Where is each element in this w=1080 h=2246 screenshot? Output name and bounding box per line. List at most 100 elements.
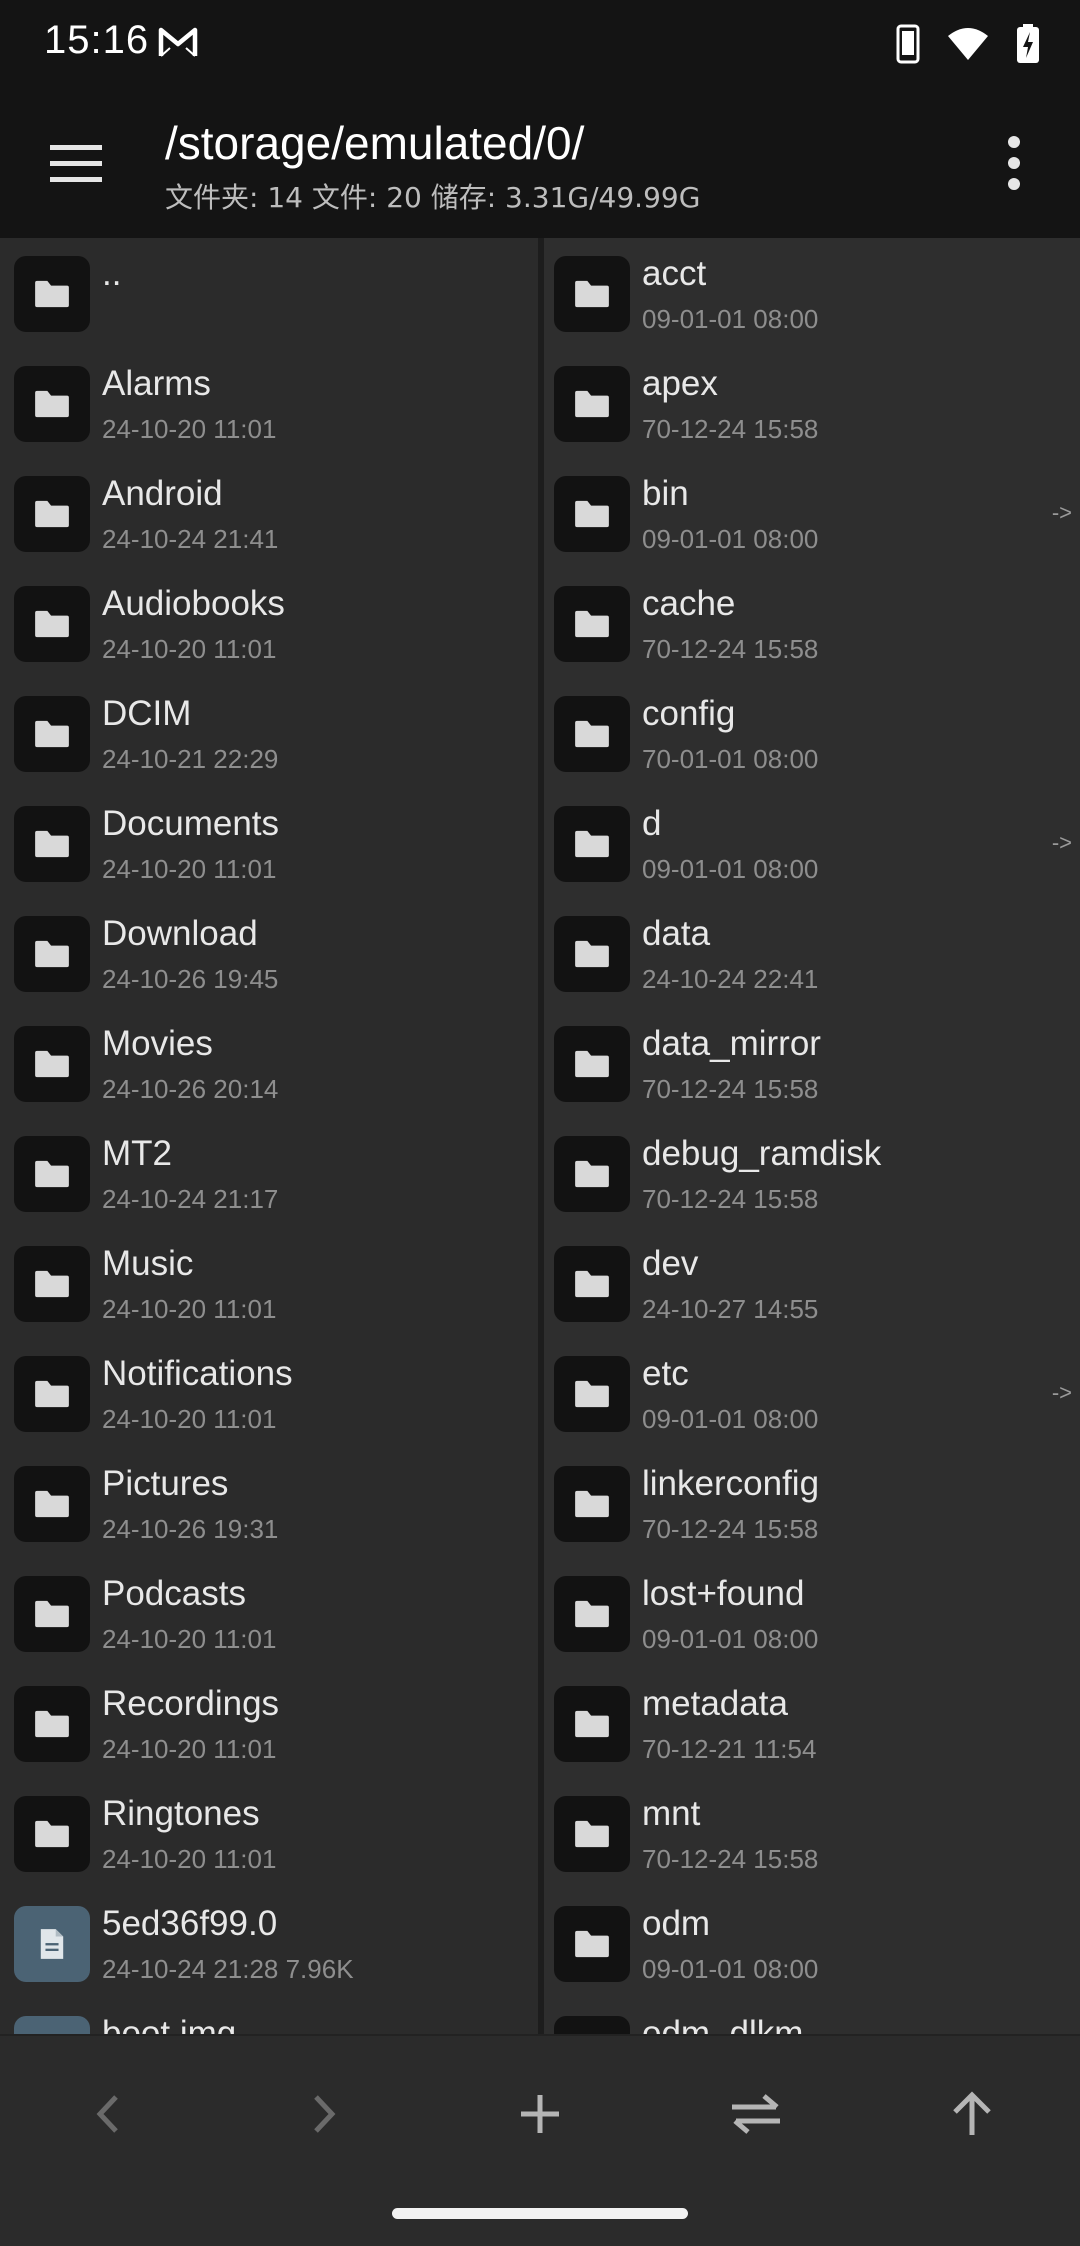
file-list-item[interactable]: dev 24-10-27 14:55 — [544, 1228, 1080, 1338]
folder-icon — [14, 366, 90, 442]
file-list-item[interactable]: linkerconfig 70-12-24 15:58 — [544, 1448, 1080, 1558]
item-date: 24-10-24 22:41 — [642, 964, 819, 994]
forward-button[interactable] — [284, 2074, 364, 2154]
item-name: d — [642, 804, 662, 843]
file-list-item[interactable]: .. — [0, 238, 538, 348]
item-date: 70-12-24 15:58 — [642, 414, 819, 444]
item-date: 24-10-26 19:31 — [102, 1514, 279, 1544]
file-list-item[interactable]: Ringtones 24-10-20 11:01 — [0, 1778, 538, 1888]
gmail-notification-icon — [158, 27, 198, 57]
item-date: 24-10-21 22:29 — [102, 744, 279, 774]
item-date: 70-12-24 15:58 — [642, 1514, 819, 1544]
item-date: 09-01-01 08:00 — [642, 1624, 819, 1654]
folder-icon — [14, 256, 90, 332]
item-name: dev — [642, 1244, 699, 1283]
left-pane[interactable]: .. Alarms 24-10-20 11:01 Android 24-10-24 21… — [0, 238, 538, 2034]
item-date: 24-10-20 11:01 — [102, 634, 277, 664]
item-date: 24-10-26 20:14 — [102, 1074, 279, 1104]
storage-info: 文件夹: 14 文件: 20 储存: 3.31G/49.99G — [165, 181, 701, 214]
item-name: boot.img — [102, 2014, 237, 2034]
file-list-item[interactable]: boot.img — [0, 1998, 538, 2034]
item-name: odm_dlkm — [642, 2014, 804, 2034]
file-list-item[interactable]: data_mirror 70-12-24 15:58 — [544, 1008, 1080, 1118]
file-list-item[interactable]: Alarms 24-10-20 11:01 — [0, 348, 538, 458]
file-list-item[interactable]: lost+found 09-01-01 08:00 — [544, 1558, 1080, 1668]
parent-directory-button[interactable] — [932, 2074, 1012, 2154]
file-list-item[interactable]: bin 09-01-01 08:00 -> — [544, 458, 1080, 568]
folder-icon — [554, 586, 630, 662]
hamburger-menu-icon[interactable] — [40, 130, 106, 196]
file-list-item[interactable]: Android 24-10-24 21:41 — [0, 458, 538, 568]
file-list-item[interactable]: Podcasts 24-10-20 11:01 — [0, 1558, 538, 1668]
folder-icon — [554, 1356, 630, 1432]
item-date: 70-12-21 11:54 — [642, 1734, 817, 1764]
back-button[interactable] — [68, 2074, 148, 2154]
file-list-item[interactable]: apex 70-12-24 15:58 — [544, 348, 1080, 458]
file-list-item[interactable]: metadata 70-12-21 11:54 — [544, 1668, 1080, 1778]
file-list-item[interactable]: etc 09-01-01 08:00 -> — [544, 1338, 1080, 1448]
folder-icon — [14, 1246, 90, 1322]
item-name: debug_ramdisk — [642, 1134, 882, 1173]
file-list-item[interactable]: 5ed36f99.0 24-10-24 21:28 7.96K — [0, 1888, 538, 1998]
item-date: 70-12-24 15:58 — [642, 1074, 819, 1104]
item-date: 70-12-24 15:58 — [642, 634, 819, 664]
item-name: bin — [642, 474, 689, 513]
home-indicator[interactable] — [392, 2208, 688, 2219]
folder-icon — [14, 1026, 90, 1102]
plus-icon — [521, 2095, 559, 2133]
file-list-item[interactable]: MT2 24-10-24 21:17 — [0, 1118, 538, 1228]
file-list-item[interactable]: Audiobooks 24-10-20 11:01 — [0, 568, 538, 678]
file-list-item[interactable]: data 24-10-24 22:41 — [544, 898, 1080, 1008]
file-panes: .. Alarms 24-10-20 11:01 Android 24-10-24 21… — [0, 238, 1080, 2034]
file-list-item[interactable]: Documents 24-10-20 11:01 — [0, 788, 538, 898]
symlink-indicator: -> — [1051, 830, 1072, 855]
item-name: acct — [642, 254, 707, 293]
right-pane[interactable]: acct 09-01-01 08:00 apex 70-12-24 15:58 bin 0… — [544, 238, 1080, 2034]
folder-icon — [554, 256, 630, 332]
item-date: 09-01-01 08:00 — [642, 304, 819, 334]
file-list-item[interactable]: Music 24-10-20 11:01 — [0, 1228, 538, 1338]
item-name: MT2 — [102, 1134, 172, 1173]
more-options-icon[interactable] — [988, 128, 1040, 198]
folder-icon — [554, 2016, 630, 2034]
folder-icon — [554, 1466, 630, 1542]
file-list-item[interactable]: Recordings 24-10-20 11:01 — [0, 1668, 538, 1778]
item-date: 24-10-20 11:01 — [102, 414, 277, 444]
folder-icon — [14, 696, 90, 772]
file-list-item[interactable]: mnt 70-12-24 15:58 — [544, 1778, 1080, 1888]
item-date: 70-12-24 15:58 — [642, 1184, 819, 1214]
swap-icon — [732, 2094, 780, 2134]
file-icon — [14, 1906, 90, 1982]
file-list-item[interactable]: acct 09-01-01 08:00 — [544, 238, 1080, 348]
file-list-item[interactable]: Notifications 24-10-20 11:01 — [0, 1338, 538, 1448]
folder-icon — [554, 1136, 630, 1212]
item-name: config — [642, 694, 736, 733]
bottom-toolbar — [0, 2034, 1080, 2246]
folder-icon — [554, 1576, 630, 1652]
file-list-item[interactable]: Pictures 24-10-26 19:31 — [0, 1448, 538, 1558]
item-name: Download — [102, 914, 258, 953]
file-list-item[interactable]: cache 70-12-24 15:58 — [544, 568, 1080, 678]
item-name: data — [642, 914, 711, 953]
folder-icon — [554, 366, 630, 442]
folder-icon — [554, 1796, 630, 1872]
folder-icon — [554, 1686, 630, 1762]
swap-panes-button[interactable] — [716, 2074, 796, 2154]
item-date: 09-01-01 08:00 — [642, 1404, 819, 1434]
chevron-left-icon — [96, 2095, 118, 2133]
add-button[interactable] — [500, 2074, 580, 2154]
file-list-item[interactable]: d 09-01-01 08:00 -> — [544, 788, 1080, 898]
file-list-item[interactable]: odm 09-01-01 08:00 — [544, 1888, 1080, 1998]
file-list-item[interactable]: DCIM 24-10-21 22:29 — [0, 678, 538, 788]
file-list-item[interactable]: debug_ramdisk 70-12-24 15:58 — [544, 1118, 1080, 1228]
file-list-item[interactable]: Movies 24-10-26 20:14 — [0, 1008, 538, 1118]
folder-icon — [554, 696, 630, 772]
file-list-item[interactable]: Download 24-10-26 19:45 — [0, 898, 538, 1008]
file-list-item[interactable]: config 70-01-01 08:00 — [544, 678, 1080, 788]
item-name: Movies — [102, 1024, 213, 1063]
item-date: 24-10-26 19:45 — [102, 964, 279, 994]
file-icon — [14, 2016, 90, 2034]
file-list-item[interactable]: odm_dlkm — [544, 1998, 1080, 2034]
symlink-indicator: -> — [1051, 1380, 1072, 1405]
item-name: Ringtones — [102, 1794, 260, 1833]
